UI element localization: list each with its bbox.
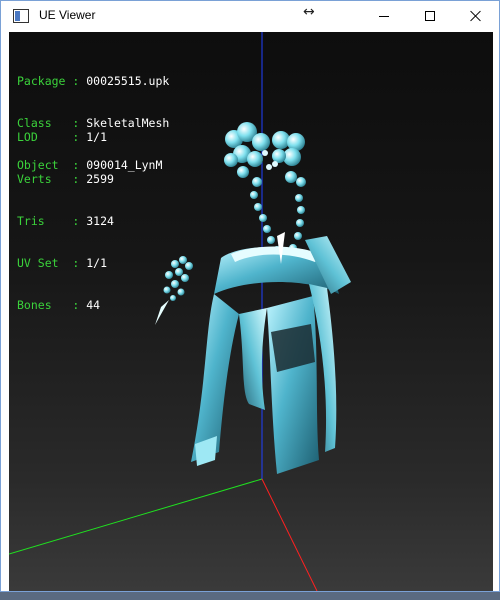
close-icon	[470, 10, 482, 22]
window-title: UE Viewer	[39, 8, 96, 22]
3d-viewport[interactable]: Package : 00025515.upk Class : SkeletalM…	[9, 32, 493, 591]
ue-viewer-window: UE Viewer ↔ Package: 00025515.upk Class…	[0, 0, 500, 592]
stats-row: LOD : 1/1	[17, 130, 108, 144]
axis-y	[9, 478, 263, 555]
title-bar[interactable]: UE Viewer ↔	[1, 1, 499, 31]
mesh-skirt	[191, 284, 337, 474]
mesh-stats-block: LOD : 1/1 Verts : 2599 Tris : 3124 UV Se…	[17, 102, 114, 340]
stats-row: Tris : 3124	[17, 214, 114, 228]
axis-x	[261, 478, 318, 591]
stats-row: Bones : 44	[17, 298, 101, 312]
stats-row: Verts : 2599	[17, 172, 114, 186]
app-icon	[13, 9, 29, 23]
stats-row: UV Set : 1/1	[17, 256, 108, 270]
resize-cursor-icon: ↔	[303, 4, 315, 20]
minimize-button[interactable]	[361, 1, 407, 31]
background-taskbar-strip	[0, 592, 500, 600]
mesh-bead-tassel	[155, 256, 193, 325]
close-button[interactable]	[453, 1, 499, 31]
minimize-icon	[379, 15, 389, 17]
info-row: Package : 00025515.upk	[17, 74, 170, 88]
maximize-icon	[425, 11, 435, 21]
maximize-button[interactable]	[407, 1, 453, 31]
mesh-waist-belt	[214, 232, 351, 294]
